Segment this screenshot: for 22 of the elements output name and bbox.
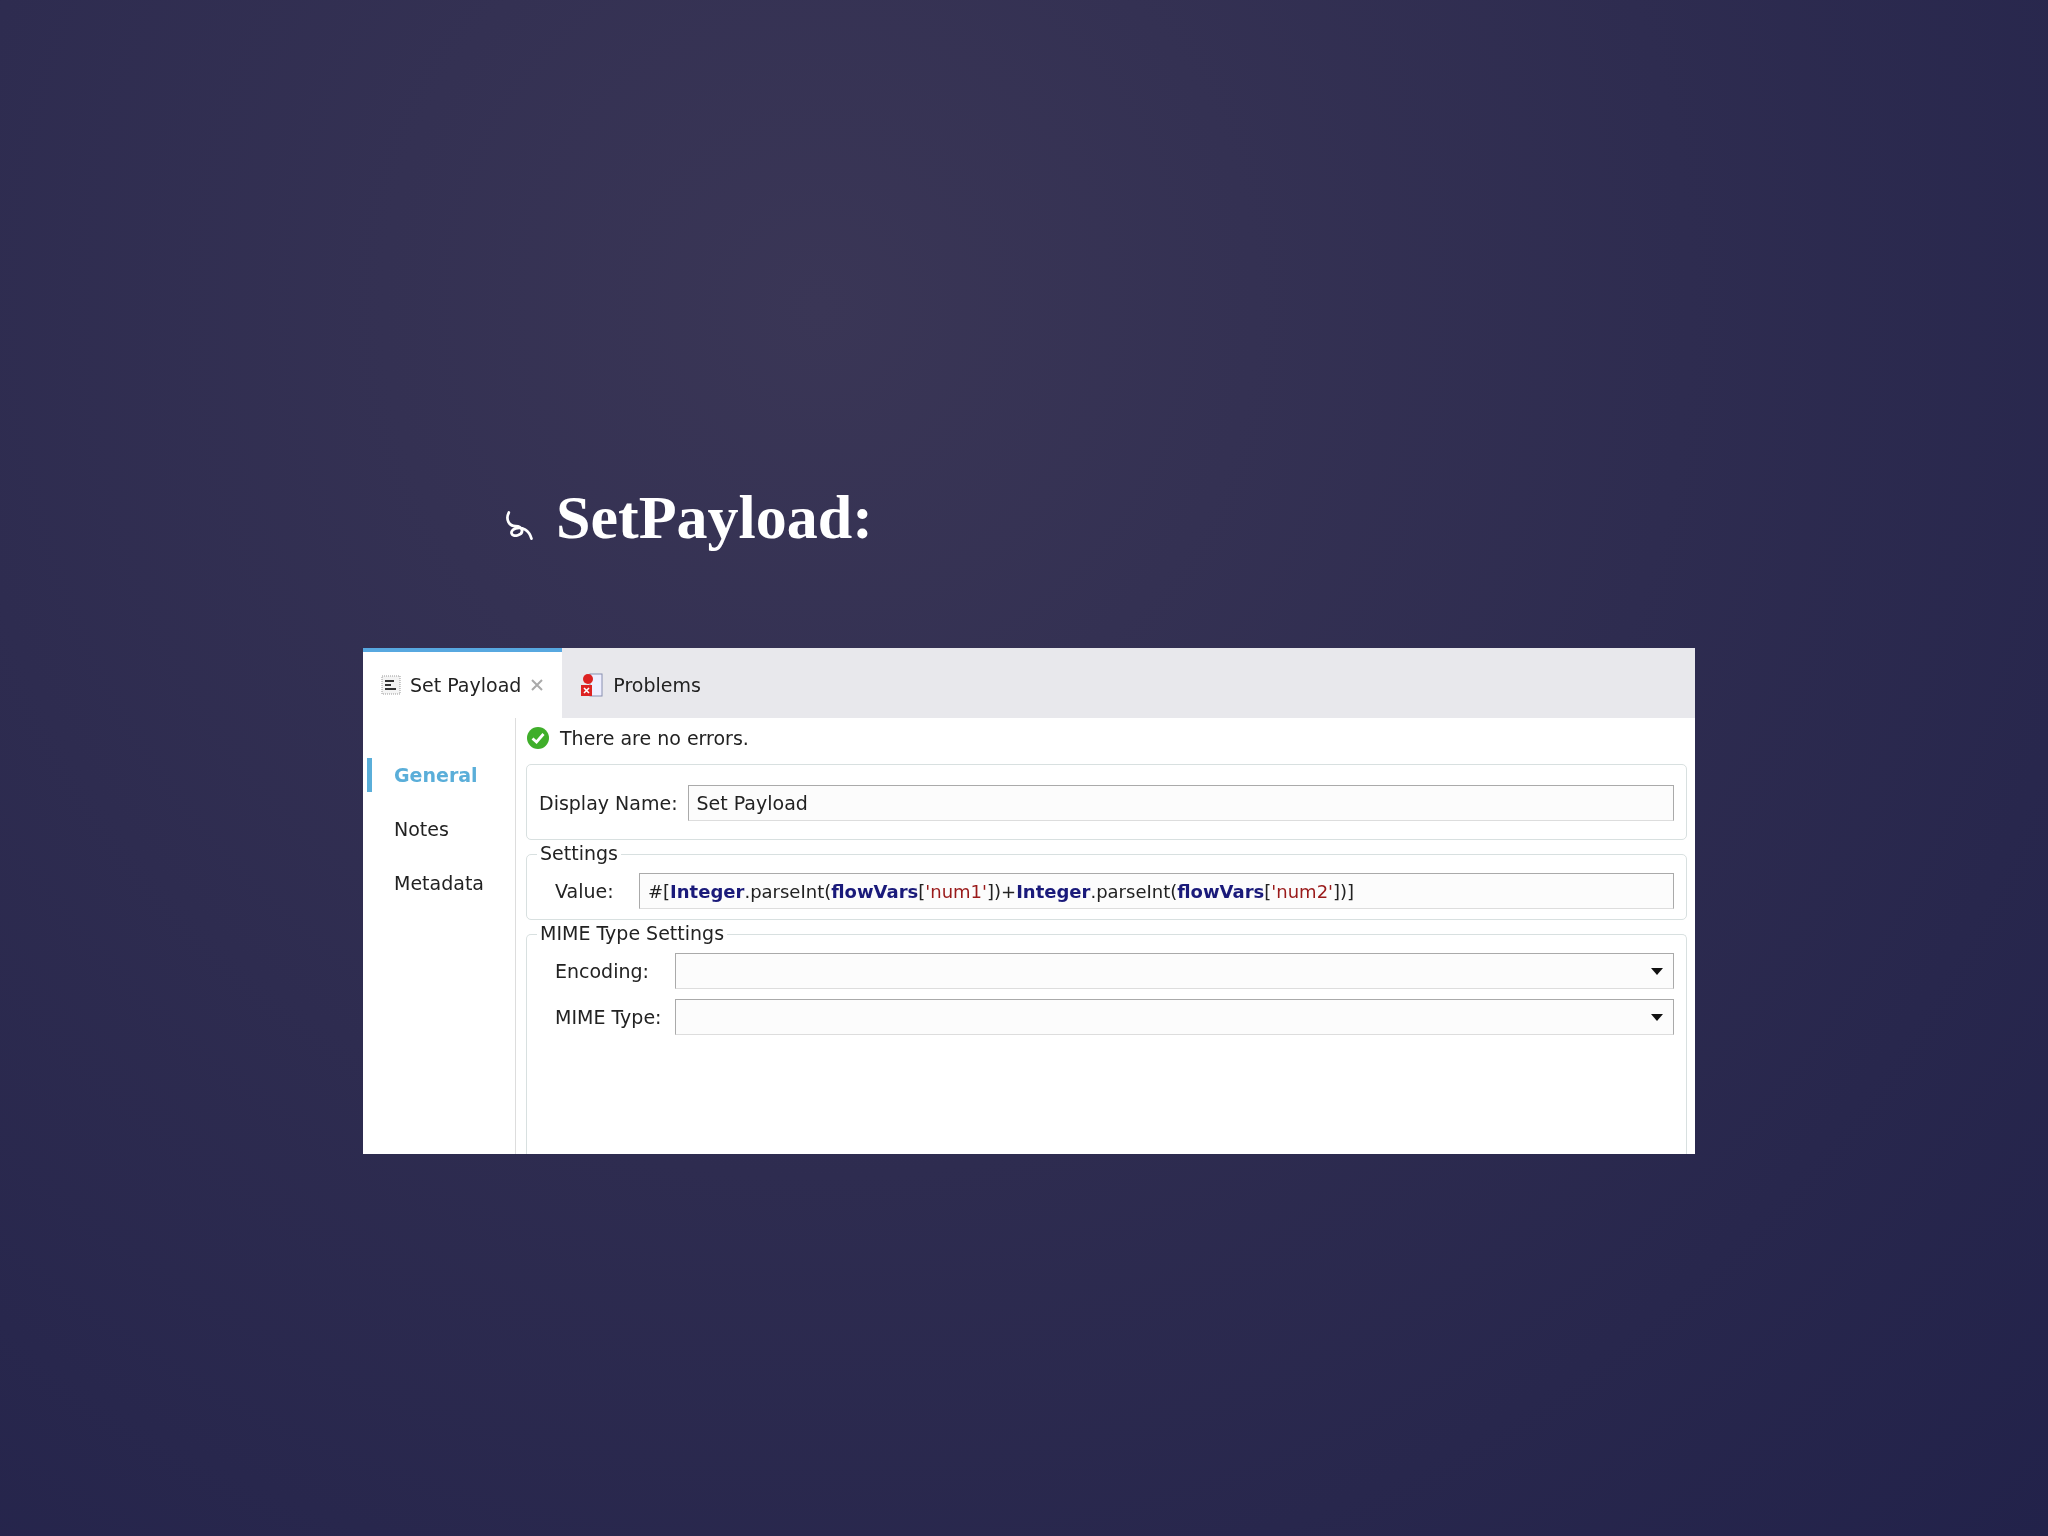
group-title: MIME Type Settings [537, 922, 728, 944]
problems-icon [580, 672, 605, 698]
field-label: Encoding: [555, 960, 650, 982]
properties-icon [381, 675, 401, 695]
group-title: Settings [537, 842, 621, 864]
sidebar-item[interactable]: Metadata [367, 866, 515, 900]
status-message: There are no errors. [560, 727, 749, 749]
field-label: MIME Type: [555, 1006, 663, 1028]
slide-title: SetPayload: [556, 482, 873, 553]
check-icon [526, 726, 550, 750]
dropdown-arrow-icon [1651, 1013, 1663, 1021]
panel-tab[interactable]: Set Payload [363, 648, 563, 718]
dropdown-field[interactable] [675, 953, 1674, 989]
value-field[interactable]: #[Integer.parseInt(flowVars['num1'])+Integer.parseInt(flowVars['num2'])] [639, 873, 1674, 909]
dropdown-field[interactable] [675, 999, 1674, 1035]
close-icon[interactable] [530, 678, 545, 692]
field-label: Value: [555, 880, 615, 902]
dropdown-arrow-icon [1651, 967, 1663, 975]
display-name-field[interactable]: Set Payload [687, 785, 1674, 821]
field-label: Display Name: [539, 792, 678, 814]
sidebar-item[interactable]: Notes [367, 812, 515, 846]
panel-tab[interactable]: Problems [562, 648, 719, 718]
